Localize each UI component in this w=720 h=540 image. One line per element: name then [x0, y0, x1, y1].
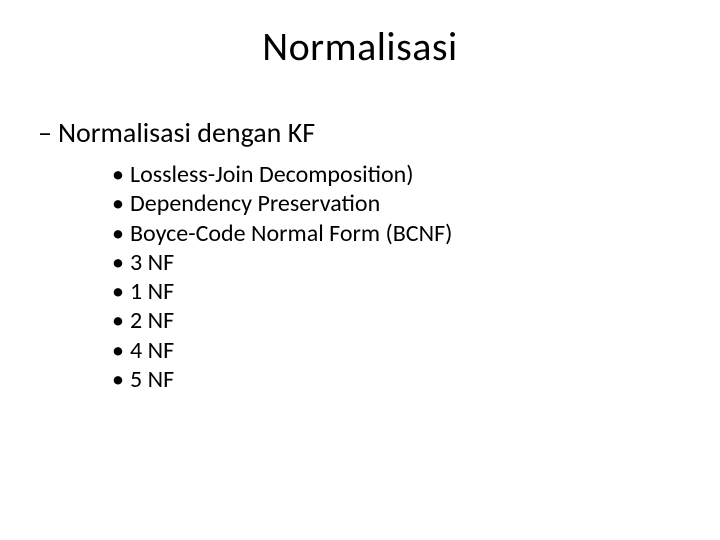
list-item-text: Boyce-Code Normal Form (BCNF) [130, 219, 452, 248]
list-item-text: Dependency Preservation [130, 189, 380, 218]
slide: Normalisasi –Normalisasi dengan KF • Los… [0, 0, 720, 540]
subheading-text: Normalisasi dengan KF [58, 115, 315, 150]
list-item: • 1 NF [112, 277, 452, 306]
bullet-icon: • [112, 306, 130, 335]
bullet-icon: • [112, 160, 130, 189]
list-item: • 2 NF [112, 306, 452, 335]
list-item: • Dependency Preservation [112, 189, 452, 218]
bullet-icon: • [112, 219, 130, 248]
list-item-text: 5 NF [130, 365, 174, 394]
bullet-icon: • [112, 189, 130, 218]
slide-title: Normalisasi [0, 0, 720, 71]
list-item: • Lossless-Join Decomposition) [112, 160, 452, 189]
bullet-icon: • [112, 336, 130, 365]
list-item-text: 3 NF [130, 248, 174, 277]
list-item: • 5 NF [112, 365, 452, 394]
slide-subheading: –Normalisasi dengan KF [38, 115, 315, 150]
list-item: • Boyce-Code Normal Form (BCNF) [112, 219, 452, 248]
bullet-icon: • [112, 248, 130, 277]
list-item-text: 2 NF [130, 306, 174, 335]
bullet-icon: • [112, 365, 130, 394]
list-item: • 3 NF [112, 248, 452, 277]
list-item-text: Lossless-Join Decomposition) [130, 160, 414, 189]
list-item-text: 4 NF [130, 336, 174, 365]
bullet-list: • Lossless-Join Decomposition) • Depende… [112, 160, 452, 394]
bullet-icon: • [112, 277, 130, 306]
list-item-text: 1 NF [130, 277, 174, 306]
list-item: • 4 NF [112, 336, 452, 365]
dash-bullet: – [38, 115, 52, 150]
